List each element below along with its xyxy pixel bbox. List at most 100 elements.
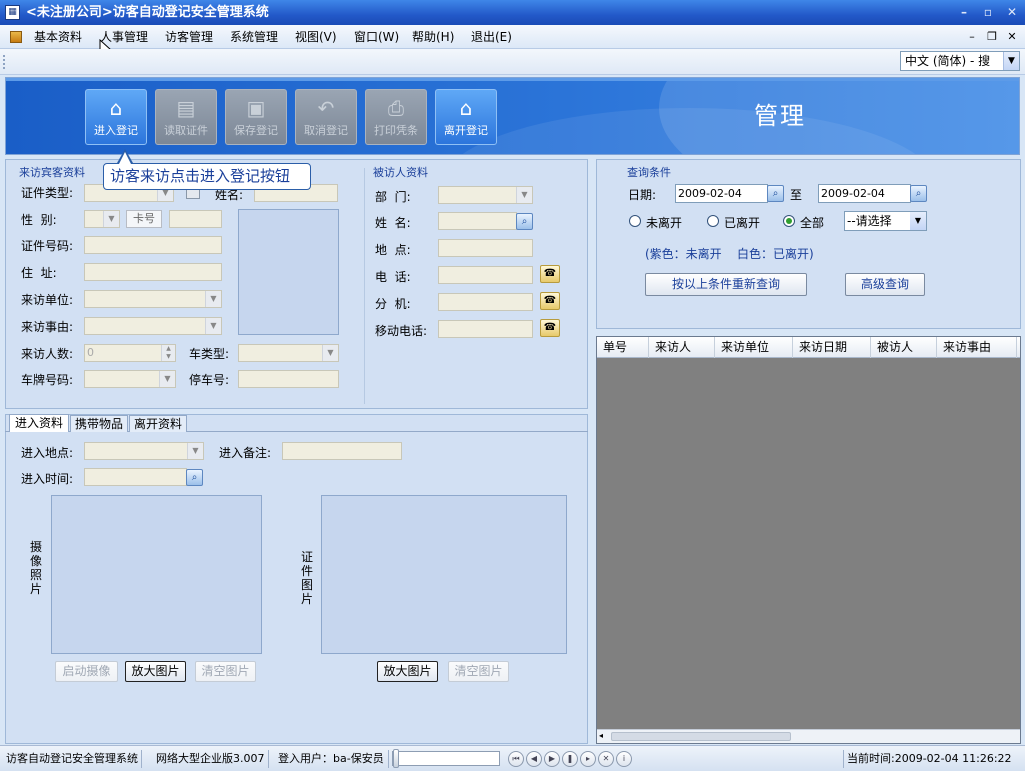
chevron-down-icon: ▼: [516, 187, 532, 203]
read-id-button[interactable]: ▤ 读取证件: [155, 89, 217, 145]
media-progress-thumb[interactable]: [393, 749, 399, 768]
tab-carried-items[interactable]: 携带物品: [70, 415, 128, 432]
scroll-thumb[interactable]: [611, 732, 791, 741]
dept-select[interactable]: ▼: [438, 186, 533, 204]
radio-all[interactable]: [783, 215, 795, 227]
window-title: <未注册公司>访客自动登记安全管理系统: [26, 5, 269, 20]
language-select[interactable]: 中文 (简体) - 搜 ▼: [900, 51, 1020, 71]
visit-reason-select[interactable]: ▼: [84, 317, 222, 335]
title-bar: ▦ <未注册公司>访客自动登记安全管理系统 – ▫ ✕: [0, 0, 1025, 25]
col-order-no[interactable]: 单号: [597, 337, 649, 358]
status-select[interactable]: --请选择 ▼: [844, 211, 927, 231]
mobile-field[interactable]: [438, 320, 533, 338]
entry-remark-field[interactable]: [282, 442, 402, 460]
leave-register-button[interactable]: ⌂ 离开登记: [435, 89, 497, 145]
enter-register-button[interactable]: ⌂ 进入登记: [85, 89, 147, 145]
clear-id-image-button[interactable]: 清空图片: [448, 661, 509, 682]
media-play-icon[interactable]: ▶: [544, 751, 560, 767]
spinner-arrows-icon[interactable]: ▲ ▼: [161, 345, 175, 361]
cancel-register-button[interactable]: ↶ 取消登记: [295, 89, 357, 145]
zoom-id-image-button[interactable]: 放大图片: [377, 661, 438, 682]
app-menu-icon[interactable]: [10, 31, 22, 43]
media-progress-bar[interactable]: [392, 751, 500, 766]
start-camera-button[interactable]: 启动摄像: [55, 661, 118, 682]
host-name-field[interactable]: [438, 212, 517, 230]
entry-remark-label: 进入备注:: [219, 446, 272, 460]
card-no-label: 卡号: [126, 210, 162, 228]
col-visitor[interactable]: 来访人: [649, 337, 715, 358]
menu-exit[interactable]: 退出(E): [471, 29, 512, 46]
reason-label: 来访事由:: [21, 320, 74, 334]
tab-entry-info[interactable]: 进入资料: [9, 414, 69, 432]
address-label: 住 址:: [21, 266, 57, 280]
parking-no-field[interactable]: [238, 370, 339, 388]
car-type-select[interactable]: ▼: [238, 344, 339, 362]
visitor-photo-box: [238, 209, 339, 335]
mdi-minimize-button[interactable]: –: [964, 29, 980, 45]
col-host[interactable]: 被访人: [871, 337, 937, 358]
col-visit-date[interactable]: 来访日期: [793, 337, 871, 358]
date-from-field[interactable]: 2009-02-04: [675, 184, 768, 203]
tool-strip: [0, 49, 1025, 75]
mdi-restore-button[interactable]: ❐: [984, 29, 1000, 45]
mdi-close-button[interactable]: ✕: [1004, 29, 1020, 45]
media-info-icon[interactable]: i: [616, 751, 632, 767]
col-visitor-unit[interactable]: 来访单位: [715, 337, 793, 358]
save-register-button[interactable]: ▣ 保存登记: [225, 89, 287, 145]
media-stop-icon[interactable]: ✕: [598, 751, 614, 767]
card-no-field[interactable]: [169, 210, 222, 228]
address-field[interactable]: [84, 263, 222, 281]
place-field[interactable]: [438, 239, 533, 257]
host-search-icon[interactable]: ⌕: [516, 213, 533, 230]
phone-field[interactable]: [438, 266, 533, 284]
print-receipt-button[interactable]: ⎙ 打印凭条: [365, 89, 427, 145]
camera-photo-caption: 摄像照片: [30, 540, 43, 596]
undo-arrow-icon: ↶: [317, 96, 335, 120]
menu-system[interactable]: 系统管理: [230, 29, 278, 46]
clear-photo-button[interactable]: 清空图片: [195, 661, 256, 682]
radio-left[interactable]: [707, 215, 719, 227]
read-id-label: 读取证件: [164, 124, 208, 137]
media-forward-icon[interactable]: ▸: [580, 751, 596, 767]
dial-mobile-icon[interactable]: ☎: [540, 319, 560, 337]
col-visit-reason[interactable]: 来访事由: [937, 337, 1017, 358]
id-no-field[interactable]: [84, 236, 222, 254]
tab-leave-info[interactable]: 离开资料: [129, 415, 187, 432]
results-grid[interactable]: 单号 来访人 来访单位 来访日期 被访人 来访事由 ◂: [596, 336, 1021, 744]
gender-select[interactable]: ▼: [84, 210, 120, 228]
menu-window[interactable]: 窗口(W): [354, 29, 399, 46]
radio-not-left[interactable]: [629, 215, 641, 227]
time-search-icon[interactable]: ⌕: [186, 469, 203, 486]
id-type-label: 证件类型:: [21, 186, 74, 200]
horizontal-scrollbar[interactable]: ◂: [597, 729, 1020, 743]
menu-visitor[interactable]: 访客管理: [165, 29, 213, 46]
ext-field[interactable]: [438, 293, 533, 311]
media-first-icon[interactable]: ⏮: [508, 751, 524, 767]
menu-basic[interactable]: 基本资料: [34, 29, 82, 46]
minimize-button[interactable]: –: [954, 3, 974, 21]
date-from-calendar-icon[interactable]: ⌕: [767, 185, 784, 202]
grid-header: 单号 来访人 来访单位 来访日期 被访人 来访事由: [597, 337, 1020, 358]
close-button[interactable]: ✕: [1002, 3, 1022, 21]
media-rewind-icon[interactable]: ◀: [526, 751, 542, 767]
dial-ext-icon[interactable]: ☎: [540, 292, 560, 310]
date-to-calendar-icon[interactable]: ⌕: [910, 185, 927, 202]
language-value: 中文 (简体) - 搜: [905, 54, 991, 68]
media-pause-icon[interactable]: ❚: [562, 751, 578, 767]
entry-place-select[interactable]: ▼: [84, 442, 204, 460]
visitor-count-spinner[interactable]: 0 ▲ ▼: [84, 344, 176, 362]
requery-button[interactable]: 按以上条件重新查询: [645, 273, 807, 296]
zoom-photo-button[interactable]: 放大图片: [125, 661, 186, 682]
plate-select[interactable]: ▼: [84, 370, 176, 388]
advanced-query-button[interactable]: 高级查询: [845, 273, 925, 296]
scroll-left-icon[interactable]: ◂: [599, 731, 609, 741]
dial-phone-icon[interactable]: ☎: [540, 265, 560, 283]
visitor-unit-select[interactable]: ▼: [84, 290, 222, 308]
id-no-label: 证件号码:: [21, 239, 74, 253]
menu-view[interactable]: 视图(V): [295, 29, 337, 46]
entry-time-field[interactable]: [84, 468, 187, 486]
menu-help[interactable]: 帮助(H): [412, 29, 454, 46]
maximize-button[interactable]: ▫: [978, 3, 998, 21]
floppy-icon: ▣: [246, 96, 266, 120]
date-to-field[interactable]: 2009-02-04: [818, 184, 911, 203]
